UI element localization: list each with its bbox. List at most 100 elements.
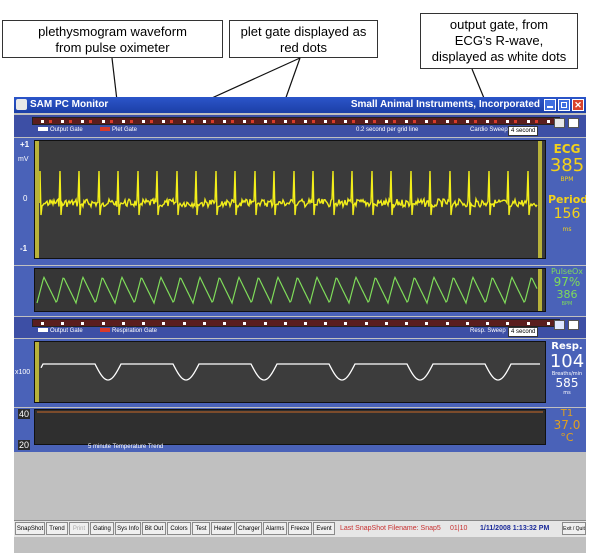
ecg-gate-row [32,117,560,125]
test-button[interactable]: Test [192,522,210,535]
print-button[interactable]: Print [69,522,89,535]
charger-button[interactable]: Charger [236,522,262,535]
gate-dot [384,120,388,123]
gate-dot [243,120,247,123]
gate-dot [324,120,328,123]
exit-button[interactable]: Exit / Quit [562,522,586,535]
resp-gate-row [32,319,560,327]
close-icon: ✕ [574,100,582,110]
colors-button[interactable]: Colors [167,522,191,535]
pleth-waveform [36,275,538,305]
gate-dot [182,120,186,123]
speaker-button[interactable] [568,118,579,128]
resp-sweep-select[interactable]: 4 second [508,327,539,337]
gate-dot [304,120,307,123]
gate-dot [312,120,315,123]
title-bar[interactable]: SAM PC Monitor Small Animal Instruments,… [14,97,586,113]
gate-dot [142,120,146,123]
app-window: SAM PC Monitor Small Animal Instruments,… [14,97,586,553]
ecg-header-strip: Output Gate Plet Gate 0.2 second per gri… [14,115,586,137]
resp-sweep-label: Resp. Sweep [470,328,506,334]
legend-output-gate: Output Gate [38,127,83,133]
alarm-bell-button[interactable] [554,118,565,128]
gate-dot [526,120,530,123]
gate-dot [251,120,255,123]
period-value: 156 [553,206,581,222]
gate-dot [392,120,396,123]
gate-dot [405,322,409,325]
window-title: SAM PC Monitor [30,99,109,110]
period-title: Period [548,193,586,206]
gate-dot [231,120,235,123]
resp-section: x100 Resp. 104 Breaths/min 585 ms [14,339,586,407]
alarms-button[interactable]: Alarms [263,522,287,535]
gate-dot [150,120,154,123]
gate-dot [384,322,388,325]
snapshot-button[interactable]: SnapShot [15,522,45,535]
close-button[interactable]: ✕ [572,99,584,111]
resp-speaker-button[interactable] [568,320,579,330]
gate-dot [291,120,295,123]
ecg-scale-bottom: -1 [20,244,28,253]
gate-dot [433,120,437,123]
gate-dot [344,322,348,325]
cardio-sweep-select[interactable]: 4 second [508,126,539,136]
heater-button[interactable]: Heater [211,522,235,535]
ecg-readout-unit: BPM [560,176,574,183]
legend-resp-output-gate: Output Gate [38,328,83,334]
temp-trend-label: 5 minute Temperature Trend [88,444,164,450]
gate-dot [210,120,214,123]
gate-dot [506,120,510,123]
gate-dot [546,120,550,123]
pulse-rate-value: 386 [556,288,578,301]
gate-dot [372,120,376,123]
gate-dot [465,322,469,325]
gate-dot [344,120,348,123]
gating-button[interactable]: Gating [90,522,114,535]
gate-dot [263,120,267,123]
last-snapshot-info: Last SnapShot Filename: Snap5 [340,525,441,532]
blank-area [14,453,586,520]
gate-dot [101,120,105,123]
pulseox-readout: PulseOx 97% 386 BPM [548,266,586,316]
ecg-readout-value: 385 [549,155,585,176]
gate-dot [49,120,52,123]
gate-dot [162,322,166,325]
ecg-trace-svg [35,141,542,258]
gate-dot [283,120,287,123]
gate-dot [425,322,429,325]
legend-plet-gate: Plet Gate [100,127,137,133]
resp-ms-value: 585 [555,376,579,390]
bit-out-button[interactable]: Bit Out [142,522,166,535]
trend-button[interactable]: Trend [46,522,68,535]
event-button[interactable]: Event [313,522,335,535]
freeze-button[interactable]: Freeze [288,522,312,535]
ecg-scale-unit: mV [18,156,29,163]
ecg-plot [34,140,546,259]
gate-dot [121,322,125,325]
gate-dot [453,120,457,123]
ecg-readout-title: ECG [553,142,581,156]
gate-dot [202,120,206,123]
temp-scale-bottom: 20 [18,440,31,450]
minimize-button[interactable] [544,99,556,111]
snapshot-counter: 01|10 [450,525,468,532]
gate-dot [534,120,538,123]
gate-dot [526,322,530,325]
maximize-button[interactable] [558,99,570,111]
gate-dot [202,322,206,325]
gate-dot [486,322,490,325]
ecg-right-marker [538,141,542,258]
gate-dot [425,120,429,123]
resp-readout: Resp. 104 Breaths/min 585 ms [548,339,586,407]
gate-dot [332,120,336,123]
gate-dot [405,120,409,123]
temp-scale-top: 40 [18,409,31,419]
resp-image-button[interactable] [554,320,565,330]
sys-info-button[interactable]: Sys Info [115,522,141,535]
temp-trace-svg [37,411,543,413]
gate-dot [263,322,267,325]
resp-left-marker [35,342,39,402]
gate-dot [364,120,368,123]
gate-dot [304,322,307,325]
